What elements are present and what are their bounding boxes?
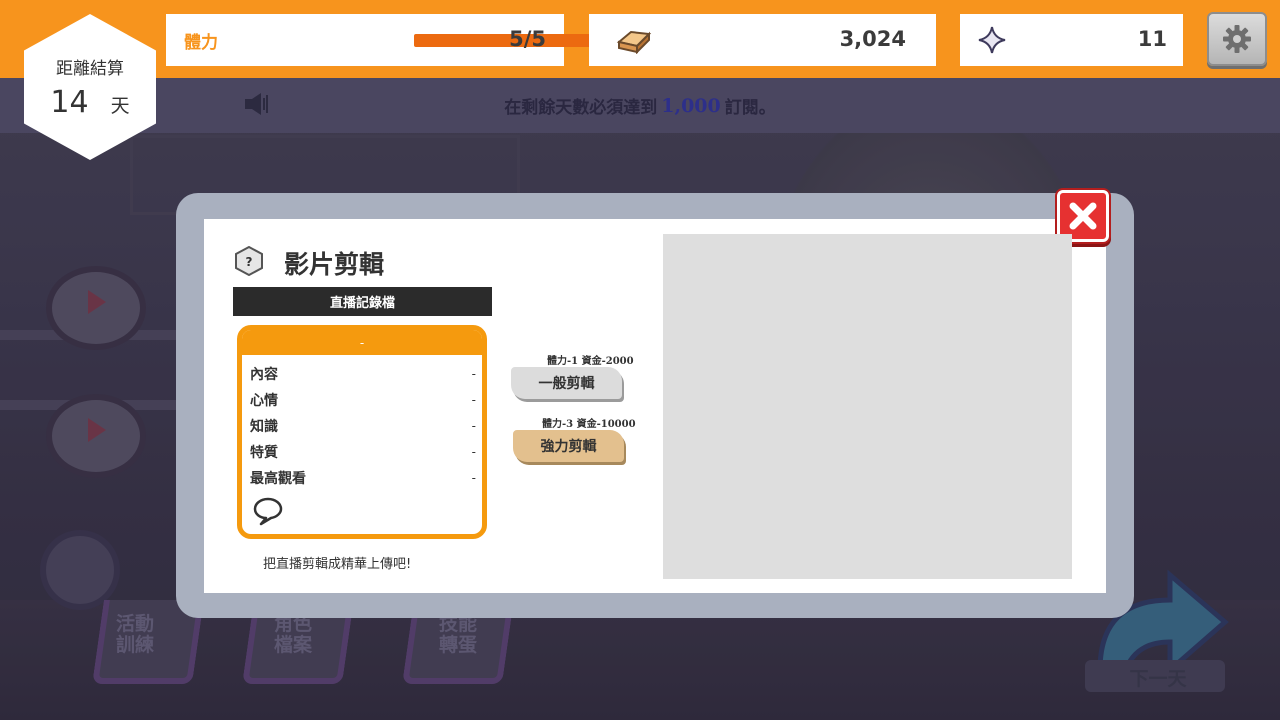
- normal-edit-cost: 體力-1 資金-2000: [547, 356, 634, 367]
- stamina-panel: 體力 5/5: [166, 14, 646, 66]
- stamina-label: 體力: [184, 33, 218, 53]
- countdown-content: 距離結算 14 天: [24, 14, 156, 160]
- stat-value: -: [471, 471, 476, 485]
- gold-value: 3,024: [839, 27, 906, 51]
- stat-label: 特質: [250, 445, 278, 461]
- gem-value: 11: [1137, 27, 1167, 51]
- close-icon: [1069, 202, 1097, 230]
- countdown-days-unit: 天: [110, 95, 130, 117]
- strong-edit-button[interactable]: 強力剪輯: [513, 430, 624, 462]
- gold-ingot-icon: [616, 30, 652, 54]
- card-header: -: [242, 330, 482, 355]
- gold-panel: 3,024: [589, 14, 936, 66]
- stat-value: -: [471, 367, 476, 381]
- subscription-notice: 在剩餘天數必須達到 1,000 訂閱。: [0, 78, 1280, 133]
- stat-value: -: [471, 393, 476, 407]
- stream-record-card: - 內容 - 心情 - 知識 - 特質 - 最高觀看 -: [237, 325, 487, 539]
- stream-record-selector[interactable]: 直播記錄檔: [233, 287, 492, 316]
- svg-text:?: ?: [246, 255, 253, 269]
- stat-label: 知識: [250, 419, 278, 435]
- notice-text-before: 在剩餘天數必須達到: [504, 98, 658, 118]
- stat-label: 心情: [250, 393, 278, 409]
- strong-edit-cost: 體力-3 資金-10000: [542, 419, 636, 430]
- help-icon[interactable]: ?: [234, 246, 264, 276]
- stat-row-peak-views: 最高觀看 -: [250, 468, 476, 488]
- normal-edit-button[interactable]: 一般剪輯: [511, 367, 622, 399]
- gear-icon: [1223, 25, 1251, 53]
- countdown-days-number: 14: [50, 85, 89, 120]
- stat-value: -: [471, 419, 476, 433]
- stat-row-trait: 特質 -: [250, 442, 476, 462]
- speech-bubble-icon: [253, 497, 283, 526]
- dialog-caption: 把直播剪輯成精華上傳吧!: [263, 557, 412, 572]
- countdown-label: 距離結算: [56, 59, 124, 79]
- stat-row-mood: 心情 -: [250, 390, 476, 410]
- sparkle-star-icon: [978, 26, 1006, 54]
- notice-target-number: 1,000: [661, 94, 721, 117]
- stat-row-content: 內容 -: [250, 364, 476, 384]
- notice-text-after: 訂閱。: [724, 98, 776, 118]
- stat-value: -: [471, 445, 476, 459]
- stat-row-knowledge: 知識 -: [250, 416, 476, 436]
- dialog-title: 影片剪輯: [284, 250, 385, 279]
- video-preview-area: [663, 234, 1072, 579]
- stat-label: 最高觀看: [250, 471, 306, 487]
- stat-label: 內容: [250, 367, 278, 383]
- settings-button[interactable]: [1207, 12, 1267, 66]
- gem-panel: 11: [960, 14, 1183, 66]
- countdown-days: 14 天: [50, 85, 129, 120]
- stamina-value: 5/5: [509, 27, 546, 51]
